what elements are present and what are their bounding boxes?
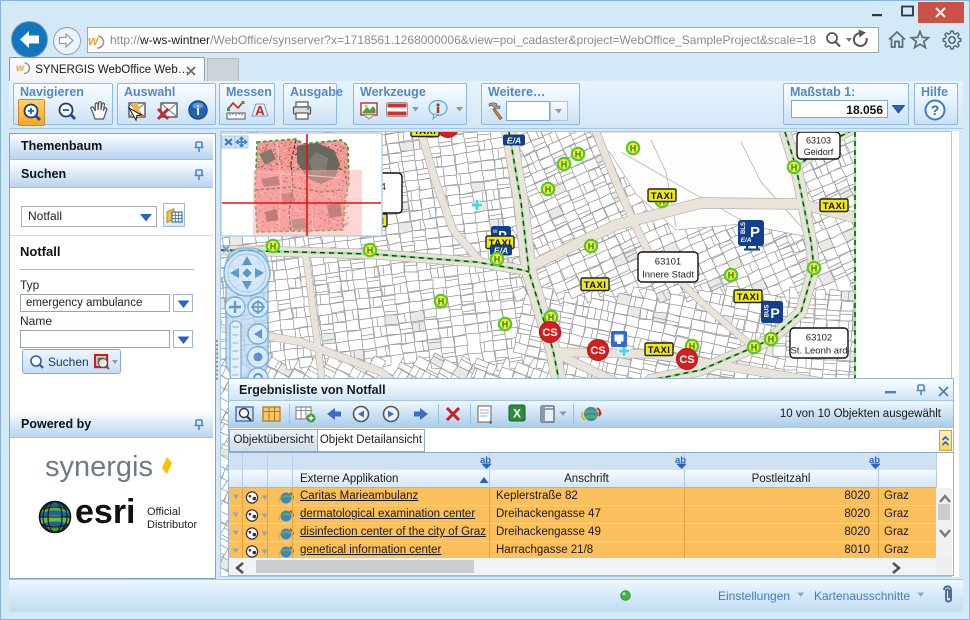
- svg-text:TAXI: TAXI: [414, 132, 437, 137]
- svg-text:CS: CS: [542, 327, 557, 339]
- svg-text:BLS: BLS: [741, 222, 747, 234]
- svg-text:i: i: [196, 103, 200, 118]
- svg-text:63103: 63103: [806, 135, 831, 145]
- svg-text:E/A: E/A: [507, 135, 521, 145]
- svg-text:63101: 63101: [655, 257, 681, 268]
- svg-text:TAXI: TAXI: [823, 201, 846, 212]
- svg-text:CS: CS: [679, 354, 694, 366]
- svg-text:A: A: [255, 103, 265, 118]
- svg-text:H: H: [728, 270, 735, 280]
- svg-text:H: H: [588, 241, 595, 251]
- svg-text:H: H: [438, 296, 445, 306]
- svg-text:H: H: [768, 334, 775, 344]
- svg-text:,: ,: [489, 414, 492, 424]
- svg-text:Geidorf: Geidorf: [804, 147, 834, 157]
- svg-text:?: ?: [931, 102, 940, 118]
- svg-text:w: w: [16, 62, 25, 74]
- svg-text:H: H: [548, 312, 555, 322]
- svg-text:St. Leonh ard: St. Leonh ard: [790, 346, 847, 357]
- svg-text:CS: CS: [440, 132, 455, 134]
- svg-text:H: H: [367, 245, 374, 255]
- svg-text:63102: 63102: [806, 333, 832, 344]
- svg-text:TAXI: TAXI: [648, 345, 671, 356]
- svg-text:P: P: [770, 305, 779, 321]
- svg-text:H: H: [502, 319, 509, 329]
- svg-text:H: H: [561, 159, 568, 169]
- svg-text:H: H: [791, 162, 798, 172]
- svg-text:H: H: [811, 263, 818, 273]
- svg-text:TAXI: TAXI: [737, 292, 760, 303]
- svg-text:H: H: [545, 184, 552, 194]
- svg-text:TAXI: TAXI: [651, 191, 674, 202]
- svg-text:Innere Stadt: Innere Stadt: [642, 270, 694, 281]
- svg-text:w: w: [88, 33, 99, 48]
- svg-text:w: w: [492, 229, 498, 235]
- svg-text:H: H: [751, 342, 758, 352]
- svg-text:H: H: [630, 143, 637, 153]
- svg-text:H: H: [575, 149, 582, 159]
- svg-text:P: P: [750, 224, 760, 241]
- svg-text:H: H: [494, 254, 501, 264]
- svg-text:CS: CS: [590, 345, 605, 357]
- svg-text:TAXI: TAXI: [584, 280, 607, 291]
- svg-text:H: H: [270, 241, 277, 251]
- svg-text:X: X: [513, 407, 521, 421]
